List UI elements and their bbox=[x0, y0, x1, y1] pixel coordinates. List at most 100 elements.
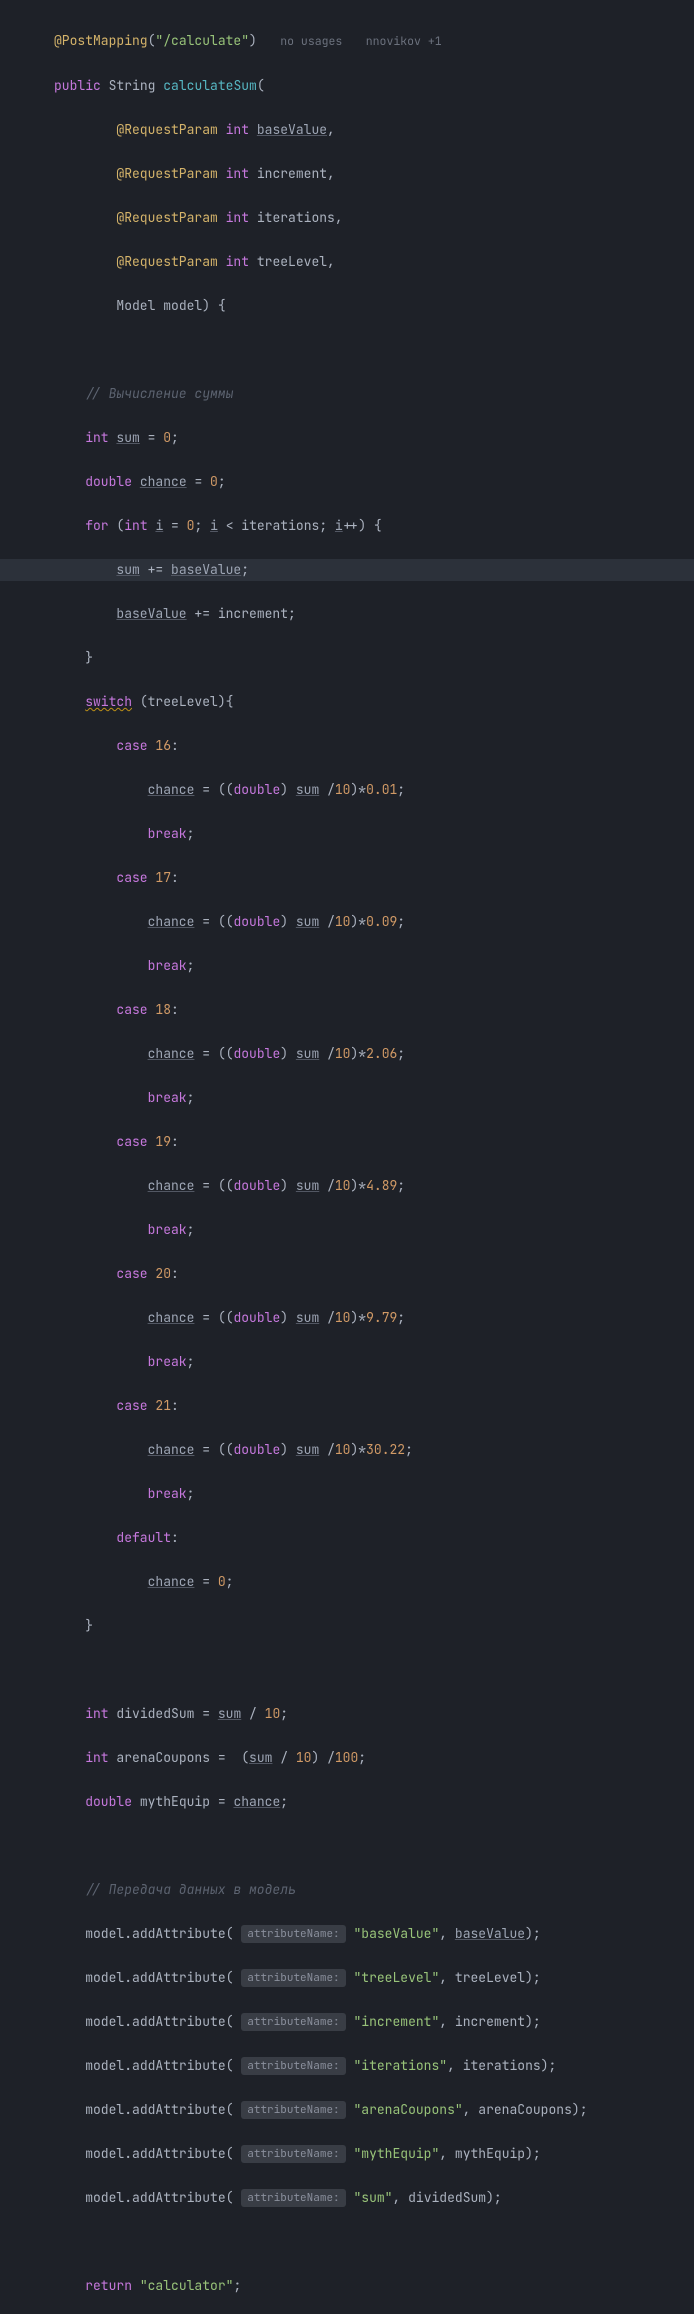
string-literal: "treeLevel" bbox=[353, 1969, 439, 1986]
number-literal: 10 bbox=[335, 1309, 351, 1326]
code-editor[interactable]: @PostMapping("/calculate") no usages nno… bbox=[0, 8, 694, 2314]
number-literal: 10 bbox=[335, 1045, 351, 1062]
var-model: model bbox=[85, 2057, 124, 2074]
type-double: double bbox=[233, 1441, 280, 1458]
keyword-case: case bbox=[116, 737, 147, 754]
var-chance: chance bbox=[148, 1177, 195, 1194]
type-double: double bbox=[233, 913, 280, 930]
number-literal: 21 bbox=[155, 1397, 171, 1414]
number-literal: 10 bbox=[335, 1177, 351, 1194]
var-myth-equip: mythEquip bbox=[140, 1793, 210, 1810]
param-model: model bbox=[163, 297, 202, 314]
var-sum: sum bbox=[116, 429, 139, 446]
keyword-public: public bbox=[54, 77, 101, 94]
keyword-case: case bbox=[116, 1397, 147, 1414]
var-divided-sum: dividedSum bbox=[408, 2189, 486, 2206]
param-hint: attributeName: bbox=[241, 2101, 345, 2119]
var-chance: chance bbox=[148, 781, 195, 798]
author-hint[interactable]: nnovikov +1 bbox=[366, 34, 442, 49]
var-sum: sum bbox=[296, 1441, 319, 1458]
var-i: i bbox=[335, 517, 343, 534]
number-literal: 0 bbox=[163, 429, 171, 446]
type-double: double bbox=[233, 1177, 280, 1194]
type-double: double bbox=[233, 781, 280, 798]
keyword-case: case bbox=[116, 1133, 147, 1150]
annotation: @RequestParam bbox=[116, 121, 217, 138]
var-chance: chance bbox=[148, 1309, 195, 1326]
var-chance: chance bbox=[148, 1441, 195, 1458]
type-model: Model bbox=[116, 297, 155, 314]
string-literal: "mythEquip" bbox=[353, 2145, 439, 2162]
var-chance: chance bbox=[148, 913, 195, 930]
number-literal: 0.01 bbox=[366, 781, 397, 798]
var-model: model bbox=[85, 1925, 124, 1942]
var-chance: chance bbox=[233, 1793, 280, 1810]
param-hint: attributeName: bbox=[241, 2057, 345, 2075]
string-literal: "calculator" bbox=[140, 2277, 234, 2294]
method-add-attribute: addAttribute bbox=[132, 1925, 226, 1942]
param-hint: attributeName: bbox=[241, 1969, 345, 1987]
annotation: @PostMapping bbox=[54, 32, 148, 49]
string-literal: "/calculate" bbox=[155, 32, 249, 49]
type-int: int bbox=[124, 517, 147, 534]
param-hint: attributeName: bbox=[241, 1925, 345, 1943]
var-iterations: iterations bbox=[241, 517, 319, 534]
number-literal: 0 bbox=[210, 473, 218, 490]
var-increment: increment bbox=[455, 2013, 525, 2030]
var-base-value: baseValue bbox=[455, 1925, 525, 1942]
var-chance: chance bbox=[148, 1573, 195, 1590]
var-sum: sum bbox=[218, 1705, 241, 1722]
keyword-return: return bbox=[85, 2277, 132, 2294]
keyword-case: case bbox=[116, 869, 147, 886]
number-literal: 10 bbox=[335, 1441, 351, 1458]
type-double: double bbox=[233, 1045, 280, 1062]
comment: // Передача данных в модель bbox=[85, 1881, 296, 1898]
var-iterations: iterations bbox=[463, 2057, 541, 2074]
string-literal: "arenaCoupons" bbox=[353, 2101, 462, 2118]
keyword-case: case bbox=[116, 1001, 147, 1018]
number-literal: 20 bbox=[155, 1265, 171, 1282]
number-literal: 100 bbox=[335, 1749, 358, 1766]
var-tree-level: treeLevel bbox=[148, 693, 218, 710]
number-literal: 30.22 bbox=[366, 1441, 405, 1458]
var-sum: sum bbox=[296, 781, 319, 798]
method-add-attribute: addAttribute bbox=[132, 2145, 226, 2162]
param-tree-level: treeLevel bbox=[257, 253, 327, 270]
var-chance: chance bbox=[140, 473, 187, 490]
string-literal: "iterations" bbox=[353, 2057, 447, 2074]
type-int: int bbox=[85, 1705, 108, 1722]
var-sum: sum bbox=[249, 1749, 272, 1766]
keyword-break: break bbox=[148, 1353, 187, 1370]
var-model: model bbox=[85, 2145, 124, 2162]
keyword-break: break bbox=[148, 1221, 187, 1238]
method-add-attribute: addAttribute bbox=[132, 1969, 226, 1986]
usages-hint[interactable]: no usages bbox=[280, 34, 342, 49]
keyword-for: for bbox=[85, 517, 108, 534]
keyword-break: break bbox=[148, 957, 187, 974]
string-literal: "baseValue" bbox=[353, 1925, 439, 1942]
var-sum: sum bbox=[296, 1045, 319, 1062]
type-string: String bbox=[109, 77, 156, 94]
var-base-value: baseValue bbox=[116, 605, 186, 622]
param-hint: attributeName: bbox=[241, 2145, 345, 2163]
keyword-break: break bbox=[148, 825, 187, 842]
number-literal: 18 bbox=[155, 1001, 171, 1018]
number-literal: 16 bbox=[155, 737, 171, 754]
var-arena-coupons: arenaCoupons bbox=[478, 2101, 572, 2118]
number-literal: 0 bbox=[218, 1573, 226, 1590]
number-literal: 0 bbox=[187, 517, 195, 534]
number-literal: 10 bbox=[335, 913, 351, 930]
type-int: int bbox=[85, 429, 108, 446]
keyword-switch: switch bbox=[85, 693, 132, 710]
keyword-case: case bbox=[116, 1265, 147, 1282]
var-i: i bbox=[210, 517, 218, 534]
var-base-value: baseValue bbox=[171, 561, 241, 578]
number-literal: 10 bbox=[335, 781, 351, 798]
var-tree-level: treeLevel bbox=[455, 1969, 525, 1986]
number-literal: 17 bbox=[155, 869, 171, 886]
number-literal: 9.79 bbox=[366, 1309, 397, 1326]
var-model: model bbox=[85, 2013, 124, 2030]
var-sum: sum bbox=[296, 1309, 319, 1326]
type-int: int bbox=[85, 1749, 108, 1766]
highlighted-line: sum += baseValue; bbox=[0, 559, 694, 581]
